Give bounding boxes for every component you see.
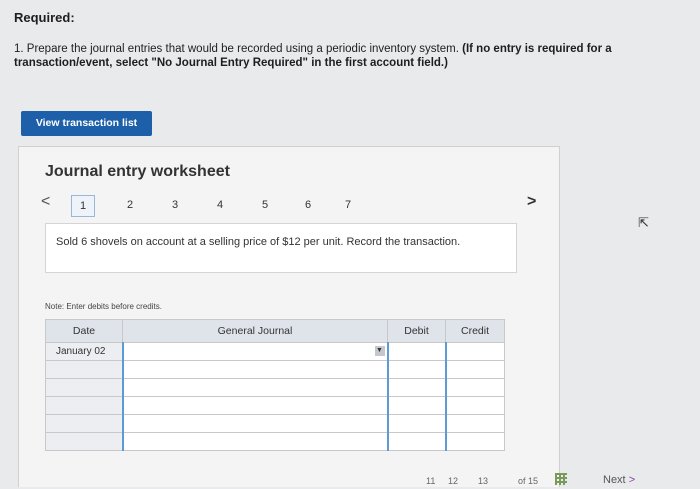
- transaction-description-box: Sold 6 shovels on account at a selling p…: [45, 223, 517, 273]
- page-4-button[interactable]: 4: [209, 195, 231, 215]
- chevron-right-icon: >: [628, 474, 636, 486]
- page-3-button[interactable]: 3: [164, 195, 186, 215]
- general-journal-column-header: General Journal: [122, 319, 388, 343]
- chevron-down-icon[interactable]: ▼: [374, 346, 385, 356]
- page-7-button[interactable]: 7: [337, 195, 359, 215]
- debit-input[interactable]: [386, 432, 446, 451]
- grid-icon[interactable]: [555, 473, 567, 485]
- date-cell[interactable]: [45, 414, 123, 433]
- journal-header-row: Date General Journal Debit Credit: [45, 319, 505, 343]
- debit-input[interactable]: [386, 396, 446, 415]
- transaction-description: Sold 6 shovels on account at a selling p…: [56, 236, 461, 248]
- journal-table: Date General Journal Debit Credit Januar…: [45, 319, 505, 451]
- debit-input[interactable]: [386, 378, 446, 397]
- question-page-11[interactable]: 11: [426, 476, 435, 486]
- debit-credit-note: Note: Enter debits before credits.: [45, 302, 162, 311]
- question-page-12[interactable]: 12: [448, 476, 458, 486]
- debit-input[interactable]: [386, 342, 446, 361]
- instruction-text: 1. Prepare the journal entries that woul…: [14, 42, 684, 70]
- next-label: Next: [603, 474, 626, 486]
- journal-row: [45, 396, 505, 415]
- question-pagination: 11 12 13 of 15 Next >: [420, 472, 690, 489]
- journal-row: [45, 378, 505, 397]
- worksheet-title: Journal entry worksheet: [45, 163, 230, 180]
- credit-input[interactable]: [444, 342, 505, 361]
- assignment-page: Required: 1. Prepare the journal entries…: [0, 0, 700, 489]
- date-cell[interactable]: [45, 360, 123, 379]
- date-value: January 02: [56, 346, 106, 357]
- page-2-button[interactable]: 2: [119, 195, 141, 215]
- credit-input[interactable]: [444, 396, 505, 415]
- view-transaction-list-button[interactable]: View transaction list: [21, 111, 152, 136]
- next-question-link[interactable]: Next >: [603, 474, 635, 486]
- credit-input[interactable]: [444, 414, 505, 433]
- account-select[interactable]: [121, 360, 388, 379]
- date-cell[interactable]: January 02: [45, 342, 123, 361]
- date-cell[interactable]: [45, 378, 123, 397]
- account-select[interactable]: [121, 414, 388, 433]
- instruction-main: 1. Prepare the journal entries that woul…: [14, 43, 459, 55]
- credit-input[interactable]: [444, 360, 505, 379]
- date-column-header: Date: [45, 319, 123, 343]
- chevron-left-icon[interactable]: <: [41, 193, 50, 211]
- mouse-cursor-icon: ⇱: [638, 215, 649, 230]
- question-total: of 15: [518, 476, 539, 486]
- debit-input[interactable]: [386, 414, 446, 433]
- credit-input[interactable]: [444, 378, 505, 397]
- journal-row: [45, 432, 505, 451]
- date-cell[interactable]: [45, 432, 123, 451]
- page-1-button[interactable]: 1: [71, 195, 95, 217]
- account-select[interactable]: [121, 432, 388, 451]
- chevron-right-icon[interactable]: >: [527, 193, 536, 211]
- required-title: Required:: [14, 10, 75, 25]
- journal-row: January 02 ▼: [45, 342, 505, 361]
- account-select[interactable]: ▼: [121, 342, 388, 361]
- journal-row: [45, 360, 505, 379]
- account-select[interactable]: [121, 396, 388, 415]
- credit-input[interactable]: [444, 432, 505, 451]
- page-5-button[interactable]: 5: [254, 195, 276, 215]
- account-select[interactable]: [121, 378, 388, 397]
- journal-entry-worksheet: Journal entry worksheet < 1 2 3 4 5 6 7 …: [18, 146, 560, 487]
- debit-column-header: Debit: [387, 319, 446, 343]
- question-page-13[interactable]: 13: [478, 476, 488, 486]
- debit-input[interactable]: [386, 360, 446, 379]
- page-6-button[interactable]: 6: [297, 195, 319, 215]
- date-cell[interactable]: [45, 396, 123, 415]
- credit-column-header: Credit: [445, 319, 505, 343]
- journal-row: [45, 414, 505, 433]
